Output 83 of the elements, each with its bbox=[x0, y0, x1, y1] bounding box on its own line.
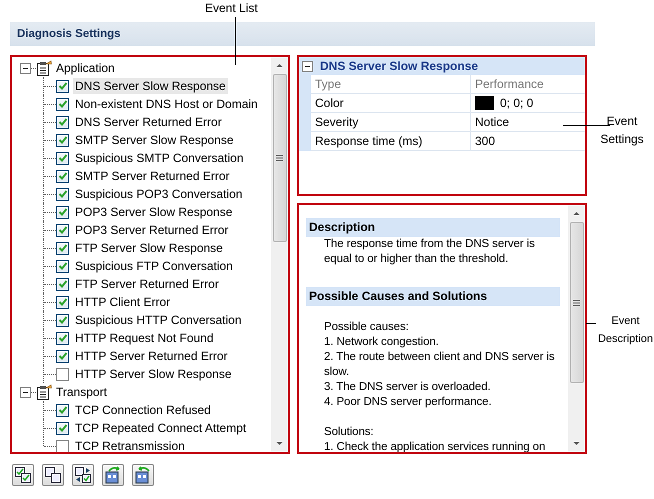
property-group-title: DNS Server Slow Response bbox=[320, 59, 478, 73]
checkbox[interactable] bbox=[56, 188, 69, 200]
callout-label: Event List bbox=[205, 1, 258, 15]
tree-item[interactable]: Suspicious POP3 Conversation bbox=[73, 186, 244, 202]
tree-group-label[interactable]: Transport bbox=[56, 385, 107, 399]
collapse-icon[interactable] bbox=[20, 386, 31, 398]
description-text: 4. Poor DNS server performance. bbox=[324, 395, 493, 410]
checkbox[interactable] bbox=[56, 350, 69, 362]
checkbox[interactable] bbox=[56, 242, 69, 254]
tree-item[interactable]: FTP Server Returned Error bbox=[73, 276, 221, 292]
tree-group-label[interactable]: Application bbox=[56, 61, 115, 75]
collapse-icon[interactable] bbox=[20, 62, 31, 74]
property-value[interactable]: 0; 0; 0 bbox=[500, 96, 534, 110]
clipboard-icon bbox=[36, 60, 52, 76]
checkbox[interactable] bbox=[56, 440, 69, 452]
description-heading: Possible Causes and Solutions bbox=[306, 287, 560, 306]
tree-item[interactable]: SMTP Server Slow Response bbox=[73, 132, 236, 148]
checkbox[interactable] bbox=[56, 296, 69, 308]
clipboard-icon bbox=[36, 384, 52, 400]
check-all-button[interactable] bbox=[12, 464, 34, 486]
tree-item[interactable]: HTTP Server Returned Error bbox=[73, 348, 230, 364]
color-swatch[interactable] bbox=[475, 96, 494, 110]
checkbox[interactable] bbox=[56, 80, 69, 92]
tree-item[interactable]: Suspicious HTTP Conversation bbox=[73, 312, 244, 328]
tree-item[interactable]: Non-existent DNS Host or Domain bbox=[73, 96, 260, 112]
scroll-thumb[interactable] bbox=[570, 222, 584, 383]
tree-item[interactable]: SMTP Server Returned Error bbox=[73, 168, 232, 184]
property-name: Type bbox=[311, 75, 471, 93]
tree-item[interactable]: HTTP Client Error bbox=[73, 294, 172, 310]
import-button[interactable] bbox=[102, 464, 124, 486]
leader-line bbox=[586, 323, 596, 324]
scroll-thumb[interactable] bbox=[272, 74, 286, 242]
tree-item[interactable]: POP3 Server Returned Error bbox=[73, 222, 230, 238]
property-value[interactable]: Notice bbox=[475, 115, 510, 129]
grip-icon bbox=[573, 300, 580, 306]
grip-icon bbox=[276, 155, 283, 161]
swap-button[interactable] bbox=[72, 464, 94, 486]
export-button[interactable] bbox=[132, 464, 154, 486]
tree-item[interactable]: TCP Connection Refused bbox=[73, 402, 213, 418]
checkbox[interactable] bbox=[56, 206, 69, 218]
tree-item[interactable]: POP3 Server Slow Response bbox=[73, 204, 234, 220]
description-text: 3. The DNS server is overloaded. bbox=[324, 380, 492, 395]
scrollbar[interactable] bbox=[271, 57, 288, 452]
checkbox[interactable] bbox=[56, 404, 69, 416]
checkbox[interactable] bbox=[56, 314, 69, 326]
tree-item[interactable]: DNS Server Slow Response bbox=[73, 78, 228, 94]
description-text: The response time from the DNS server is equal to or higher than the threshold. bbox=[324, 237, 536, 267]
tree-item[interactable]: TCP Repeated Connect Attempt bbox=[73, 420, 248, 436]
description-text: 2. The route between client and DNS server is slow. bbox=[324, 350, 556, 380]
tree-item[interactable]: DNS Server Returned Error bbox=[73, 114, 224, 130]
leader-line bbox=[235, 17, 236, 65]
description-text: 1. Network congestion. bbox=[324, 335, 440, 350]
checkbox[interactable] bbox=[56, 278, 69, 290]
description-text: Possible causes: bbox=[324, 320, 410, 335]
tree-item[interactable]: Suspicious FTP Conversation bbox=[73, 258, 235, 274]
property-name: Severity bbox=[311, 113, 471, 131]
tree-item[interactable]: HTTP Request Not Found bbox=[73, 330, 216, 346]
tree-item[interactable]: HTTP Server Slow Response bbox=[73, 366, 234, 382]
checkbox[interactable] bbox=[56, 332, 69, 344]
property-name: Response time (ms) bbox=[311, 132, 471, 150]
description-text: Solutions: bbox=[324, 425, 375, 440]
section-title: Diagnosis Settings bbox=[16, 28, 121, 40]
uncheck-all-button[interactable] bbox=[42, 464, 64, 486]
checkbox[interactable] bbox=[56, 422, 69, 434]
checkbox[interactable] bbox=[56, 116, 69, 128]
tree-item[interactable]: TCP Retransmission bbox=[73, 438, 187, 452]
leader-line bbox=[563, 125, 610, 126]
checkbox[interactable] bbox=[56, 260, 69, 272]
description-heading: Description bbox=[306, 218, 560, 237]
checkbox[interactable] bbox=[56, 134, 69, 146]
callout-label: Event Settings bbox=[599, 113, 645, 148]
property-value[interactable]: 300 bbox=[475, 134, 496, 148]
property-name: Color bbox=[311, 94, 471, 112]
checkbox[interactable] bbox=[56, 224, 69, 236]
scrollbar[interactable] bbox=[568, 205, 585, 452]
checkbox[interactable] bbox=[56, 98, 69, 110]
tree-item[interactable]: FTP Server Slow Response bbox=[73, 240, 225, 256]
checkbox[interactable] bbox=[56, 152, 69, 164]
tree-item[interactable]: Suspicious SMTP Conversation bbox=[73, 150, 246, 166]
checkbox[interactable] bbox=[56, 368, 69, 380]
collapse-icon[interactable] bbox=[302, 60, 313, 72]
callout-label: Event Description bbox=[597, 314, 654, 347]
checkbox[interactable] bbox=[56, 170, 69, 182]
